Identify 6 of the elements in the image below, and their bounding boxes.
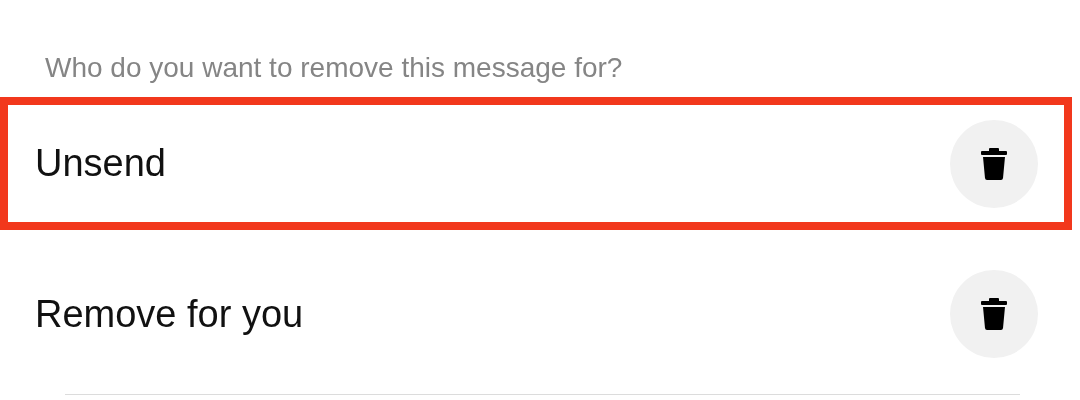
highlighted-option[interactable]: Unsend xyxy=(0,97,1072,230)
prompt-text: Who do you want to remove this message for? xyxy=(45,51,623,85)
trash-icon xyxy=(981,147,1007,180)
trash-icon xyxy=(981,298,1007,330)
option-label[interactable]: Remove for you xyxy=(35,292,304,336)
option-label[interactable]: Unsend xyxy=(35,142,166,185)
